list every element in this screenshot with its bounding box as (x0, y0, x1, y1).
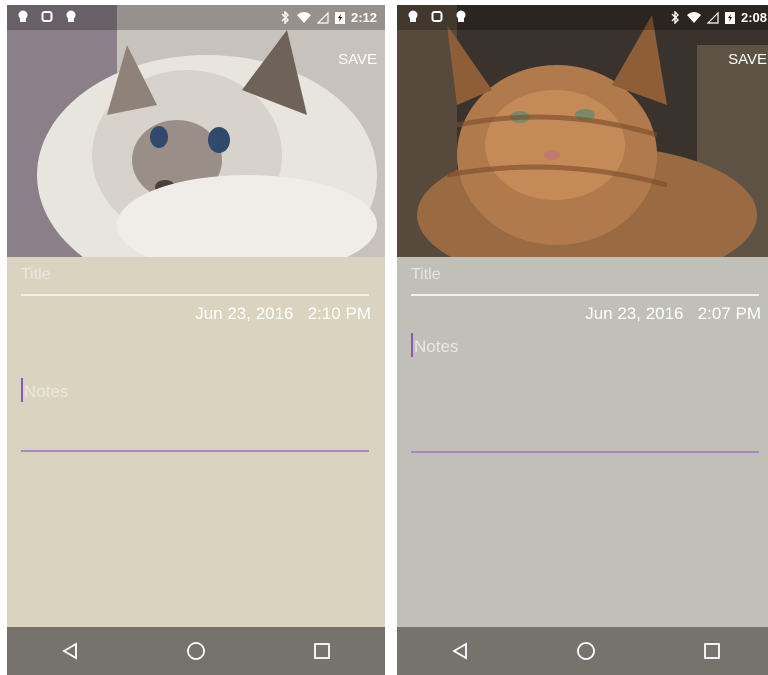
navigation-bar (7, 627, 385, 675)
bluetooth-icon (671, 11, 679, 24)
signal-icon (706, 11, 719, 24)
recents-icon (704, 643, 720, 659)
text-cursor (411, 333, 413, 357)
white-cat-image (7, 5, 385, 257)
home-icon (577, 642, 595, 660)
home-icon (187, 642, 205, 660)
signal-icon (316, 11, 329, 24)
watch-icon (41, 11, 53, 22)
save-button[interactable]: SAVE (728, 51, 767, 68)
back-icon (452, 642, 467, 660)
status-time: 2:12 (350, 10, 377, 25)
cat-photo[interactable]: 2:08 SAVE (397, 5, 768, 257)
back-button[interactable] (440, 631, 480, 671)
notes-input[interactable]: Notes (21, 372, 369, 452)
notes-placeholder: Notes (414, 337, 459, 356)
watch-icon (431, 11, 443, 22)
wifi-icon (686, 12, 701, 23)
status-bar: 2:08 (397, 5, 768, 30)
date-time-label[interactable]: Jun 23, 2016 2:07 PM (585, 304, 761, 324)
notes-placeholder: Notes (24, 382, 69, 401)
note-editor-screen-2: 2:08 SAVE Title Jun 23, 2016 2:07 PM Not… (397, 5, 768, 675)
title-input[interactable]: Title (21, 264, 369, 296)
android-icon (66, 10, 76, 22)
bluetooth-icon (281, 11, 289, 24)
wifi-icon (296, 12, 311, 23)
title-input[interactable]: Title (411, 264, 759, 296)
orange-tabby-cat-image (397, 5, 768, 257)
android-icon (18, 10, 28, 22)
notes-input[interactable]: Notes (411, 329, 759, 453)
navigation-bar (397, 627, 768, 675)
home-button[interactable] (176, 631, 216, 671)
cat-photo[interactable]: 2:12 SAVE (7, 5, 385, 257)
recents-button[interactable] (302, 631, 342, 671)
recents-button[interactable] (692, 631, 732, 671)
title-placeholder: Title (21, 266, 51, 283)
status-time: 2:08 (740, 10, 767, 25)
battery-charging-icon (334, 12, 345, 24)
note-editor-screen-1: 2:12 SAVE Title Jun 23, 2016 2:10 PM Not… (7, 5, 385, 675)
android-icon (456, 10, 466, 22)
home-button[interactable] (566, 631, 606, 671)
text-cursor (21, 378, 23, 402)
save-button[interactable]: SAVE (338, 51, 377, 68)
status-bar: 2:12 (7, 5, 385, 30)
title-placeholder: Title (411, 266, 441, 283)
back-button[interactable] (50, 631, 90, 671)
android-icon (408, 10, 418, 22)
recents-icon (314, 643, 330, 659)
date-time-label[interactable]: Jun 23, 2016 2:10 PM (195, 304, 371, 324)
back-icon (62, 642, 77, 660)
battery-charging-icon (724, 12, 735, 24)
